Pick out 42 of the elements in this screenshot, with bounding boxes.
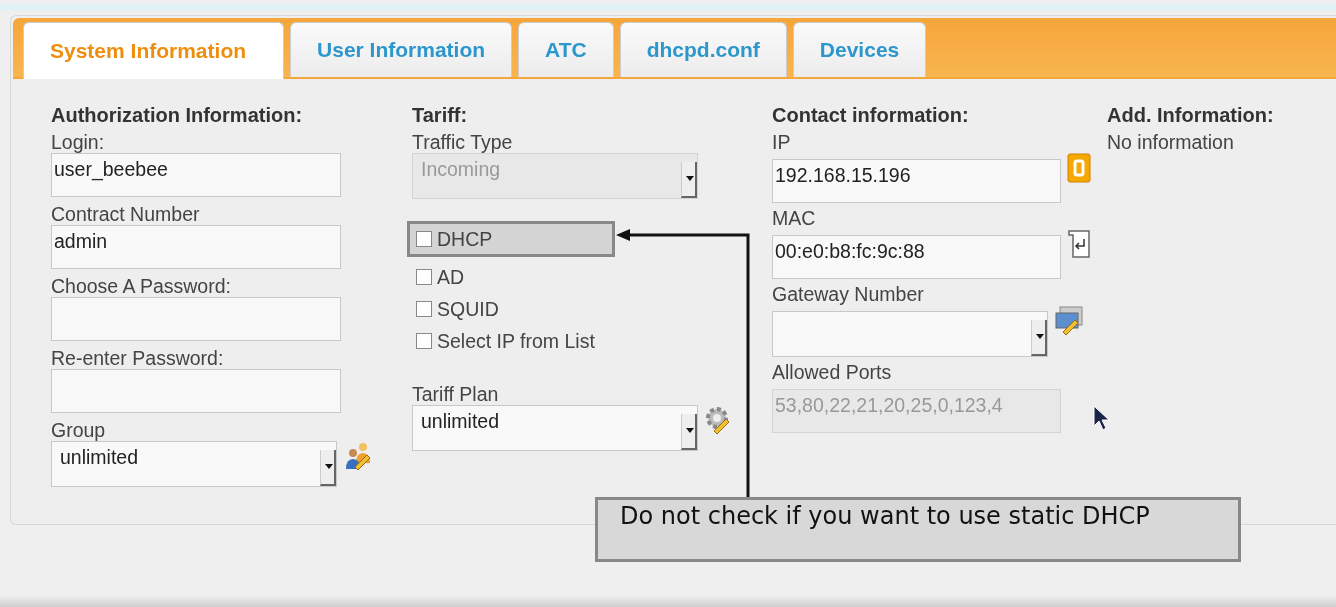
caret-icon: [1036, 334, 1044, 339]
text-field[interactable]: [51, 297, 341, 341]
checkbox[interactable]: [416, 269, 432, 285]
field-label: Group: [51, 419, 107, 441]
section-heading: Contact information:: [772, 103, 970, 127]
callout-note: Do not check if you want to use static DHCP: [595, 497, 1241, 562]
checkbox-option[interactable]: DHCP: [407, 221, 615, 257]
monitor-pencil-icon[interactable]: [1054, 305, 1084, 335]
section-heading: Add. Information:: [1107, 103, 1275, 127]
caret-icon: [686, 428, 694, 433]
text-field[interactable]: admin: [51, 225, 341, 269]
field-label: Choose A Password:: [51, 275, 232, 297]
text-field[interactable]: [51, 369, 341, 413]
checkbox-option[interactable]: AD: [407, 261, 468, 293]
info-text: No information: [1107, 131, 1235, 153]
mouse-cursor-icon: [1093, 405, 1111, 431]
field-label: Allowed Ports: [772, 361, 893, 383]
checkbox[interactable]: [416, 231, 432, 247]
field-label: IP: [772, 131, 792, 153]
field-label: Tariff Plan: [412, 383, 500, 405]
users-pencil-icon[interactable]: [343, 441, 373, 471]
field-label: Gateway Number: [772, 283, 925, 305]
section-heading: Tariff:: [412, 103, 469, 127]
dropdown[interactable]: unlimited: [412, 405, 698, 451]
caret-icon: [686, 176, 694, 181]
checkbox-option[interactable]: SQUID: [407, 293, 502, 325]
text-field[interactable]: 192.168.15.196: [772, 159, 1061, 203]
checkbox[interactable]: [416, 333, 432, 349]
checkbox-option[interactable]: Select IP from List: [407, 325, 598, 357]
checkbox[interactable]: [416, 301, 432, 317]
caret-icon: [325, 464, 333, 469]
zero-tile-icon[interactable]: [1067, 153, 1091, 183]
field-label: MAC: [772, 207, 817, 229]
field-label: Login:: [51, 131, 106, 153]
field-label: Traffic Type: [412, 131, 514, 153]
field-label: Contract Number: [51, 203, 201, 225]
field-label: Re-enter Password:: [51, 347, 225, 369]
page-return-icon[interactable]: [1067, 229, 1093, 259]
text-field[interactable]: 00:e0:b8:fc:9c:88: [772, 235, 1061, 279]
text-field[interactable]: user_beebee: [51, 153, 341, 197]
dropdown[interactable]: unlimited: [51, 441, 337, 487]
section-heading: Authorization Information:: [51, 103, 304, 127]
